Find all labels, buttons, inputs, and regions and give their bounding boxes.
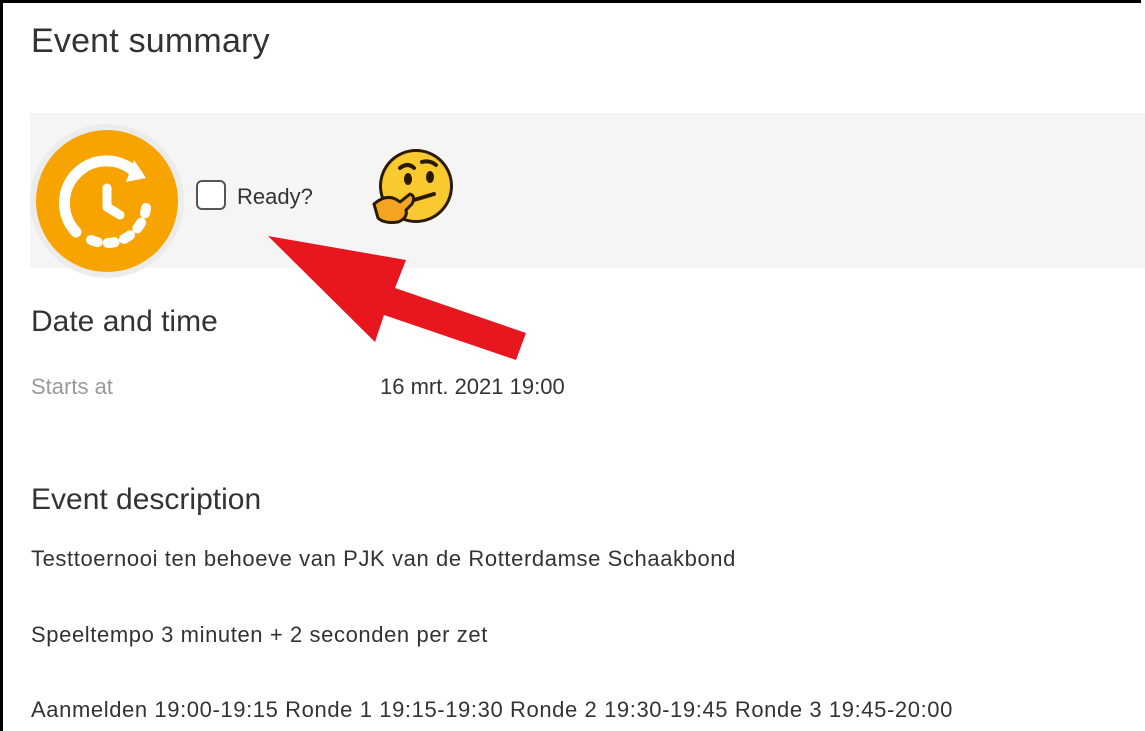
description-line: Speeltempo 3 minuten + 2 seconden per ze… bbox=[31, 622, 488, 647]
ready-label: Ready? bbox=[237, 183, 313, 209]
ready-checkbox[interactable] bbox=[196, 180, 226, 210]
description-line: Testtoernooi ten behoeve van PJK van de … bbox=[31, 546, 736, 571]
annotation-arrow bbox=[268, 230, 530, 375]
page-title: Event summary bbox=[31, 22, 270, 60]
starts-at-value: 16 mrt. 2021 19:00 bbox=[380, 374, 565, 399]
clock-progress-icon bbox=[36, 130, 178, 272]
ready-checkbox-control[interactable]: Ready? bbox=[196, 180, 313, 210]
event-description-heading: Event description bbox=[31, 483, 262, 516]
description-line: Aanmelden 19:00-19:15 Ronde 1 19:15-19:3… bbox=[31, 697, 953, 722]
date-time-heading: Date and time bbox=[31, 305, 218, 338]
thinking-face-emoji bbox=[368, 148, 462, 235]
starts-at-label: Starts at bbox=[31, 374, 113, 399]
